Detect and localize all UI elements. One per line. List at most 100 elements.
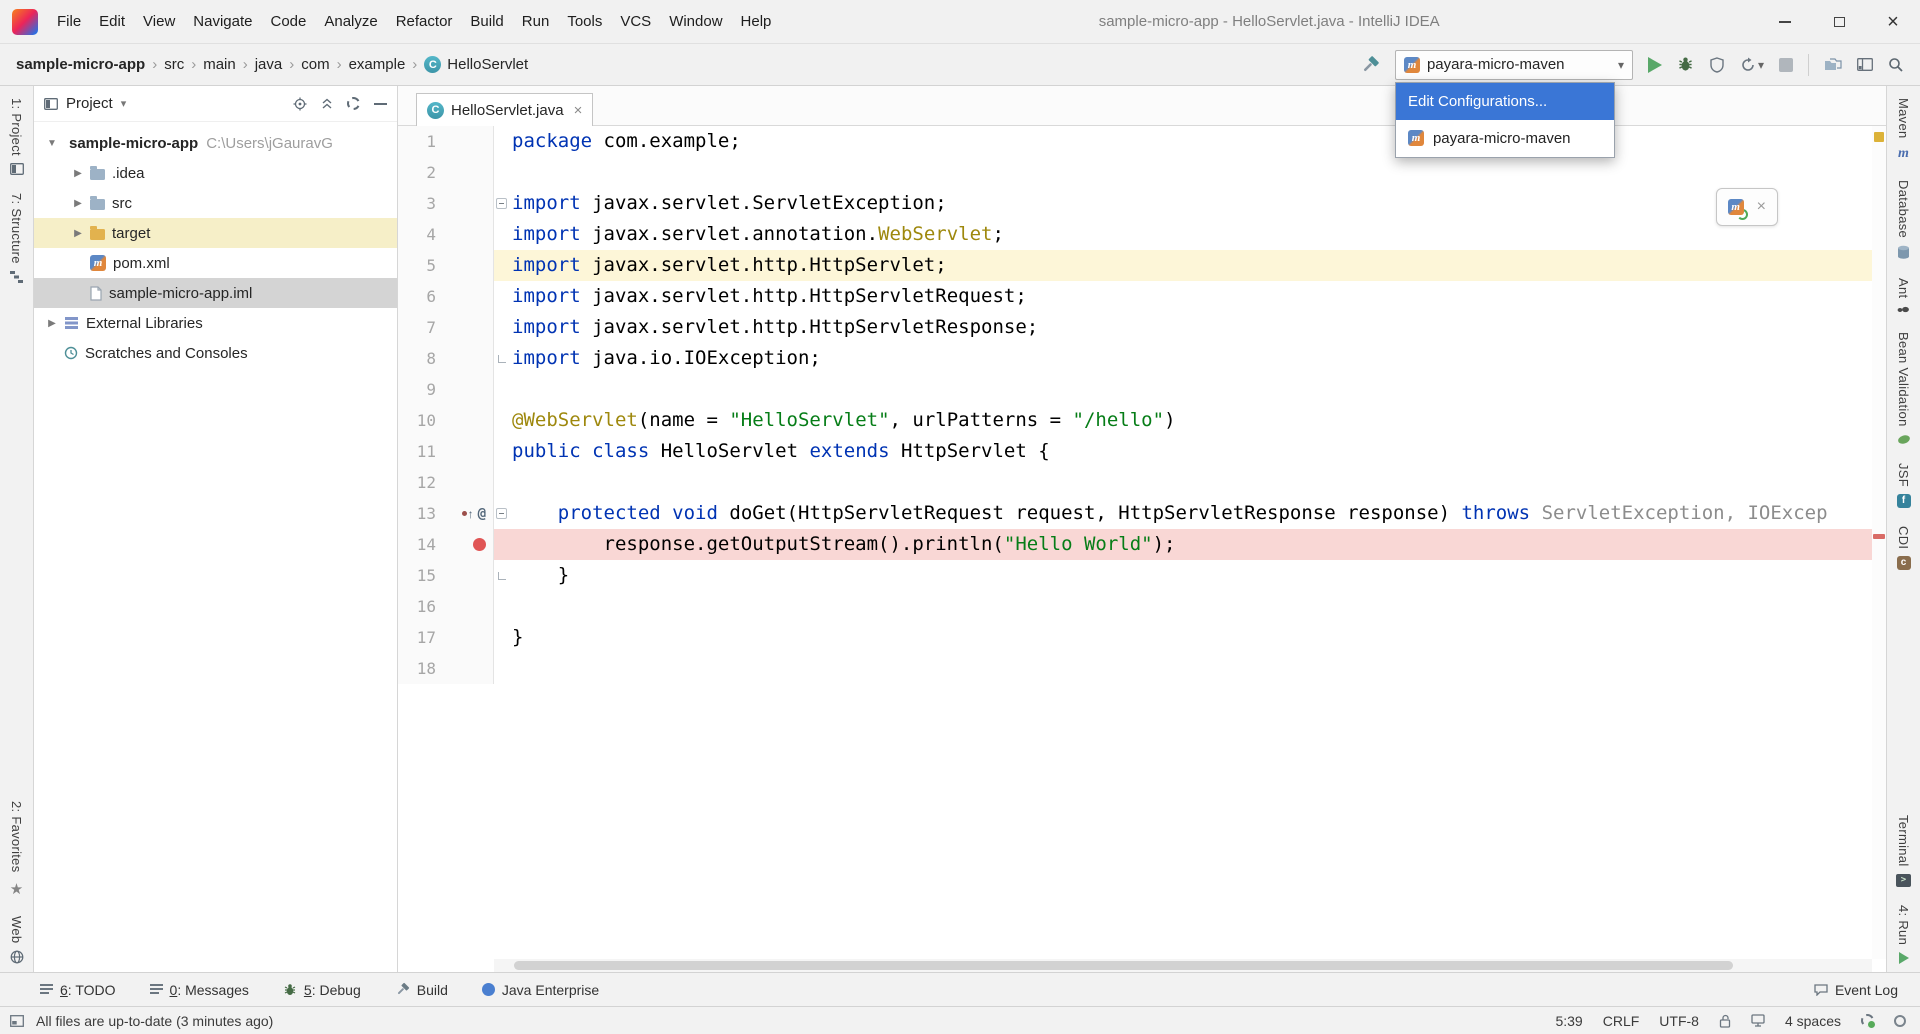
toolwindow-button-2-favorites[interactable]: 2: Favorites★	[9, 801, 24, 898]
code-text-area[interactable]: }	[494, 622, 1872, 653]
gutter[interactable]: 15	[398, 560, 494, 591]
inspection-status-icon[interactable]	[1874, 132, 1884, 142]
breakpoint-icon[interactable]	[473, 538, 486, 551]
menu-vcs[interactable]: VCS	[611, 0, 660, 43]
menu-tools[interactable]: Tools	[558, 0, 611, 43]
gutter[interactable]: 4	[398, 219, 494, 250]
minimize-button[interactable]	[1758, 0, 1812, 43]
tree-item-target[interactable]: ▶target	[34, 218, 397, 248]
tree-item-src[interactable]: ▶src	[34, 188, 397, 218]
close-tab-icon[interactable]: ×	[574, 102, 583, 119]
gutter[interactable]: 2	[398, 157, 494, 188]
gutter[interactable]: 16	[398, 591, 494, 622]
code-text-area[interactable]	[494, 157, 1872, 188]
menu-view[interactable]: View	[134, 0, 184, 43]
tree-expanded-arrow-icon[interactable]: ▼	[42, 138, 62, 149]
menu-window[interactable]: Window	[660, 0, 731, 43]
gutter[interactable]: 12	[398, 467, 494, 498]
lock-icon[interactable]	[1719, 1014, 1731, 1028]
toolwindow-button-cdi[interactable]: CDIc	[1896, 526, 1911, 570]
run-button[interactable]	[1648, 57, 1662, 73]
debug-button[interactable]	[1677, 56, 1694, 73]
code-text-area[interactable]	[494, 374, 1872, 405]
gutter[interactable]: 14	[398, 529, 494, 560]
toolwindow-button-jsf[interactable]: JSFf	[1896, 463, 1911, 508]
gear-icon[interactable]	[1861, 1014, 1874, 1027]
gutter[interactable]: 11	[398, 436, 494, 467]
code-text-area[interactable]: package com.example;	[494, 126, 1872, 157]
project-structure-button[interactable]	[1824, 58, 1842, 72]
code-text-area[interactable]: import javax.servlet.http.HttpServletReq…	[494, 281, 1872, 312]
encoding-widget[interactable]: UTF-8	[1659, 1013, 1699, 1029]
code-text-area[interactable]: protected void doGet(HttpServletRequest …	[494, 498, 1872, 529]
highlighting-level-icon[interactable]	[1751, 1014, 1765, 1027]
servlet-annotation-icon[interactable]: @	[478, 506, 486, 522]
layout-button[interactable]	[1857, 58, 1873, 71]
tree-item-idea[interactable]: ▶.idea	[34, 158, 397, 188]
toolwindow-bar-java-enterprise[interactable]: Java Enterprise	[482, 982, 599, 998]
menu-analyze[interactable]: Analyze	[315, 0, 386, 43]
gutter[interactable]: 1	[398, 126, 494, 157]
toolwindow-quick-access-icon[interactable]	[10, 1015, 24, 1027]
dropdown-item-payara-micro-maven[interactable]: mpayara-micro-maven	[1396, 120, 1614, 157]
breadcrumb-example[interactable]: example	[349, 56, 406, 73]
gear-icon[interactable]	[347, 97, 360, 110]
menu-code[interactable]: Code	[261, 0, 315, 43]
hide-panel-button[interactable]	[374, 103, 387, 105]
panel-title[interactable]: Project	[66, 95, 113, 112]
gutter[interactable]: 17	[398, 622, 494, 653]
breadcrumb-com[interactable]: com	[301, 56, 329, 73]
gutter[interactable]: 8	[398, 343, 494, 374]
maven-import-popup[interactable]: m ×	[1716, 188, 1778, 226]
gutter[interactable]: 7	[398, 312, 494, 343]
gutter[interactable]: 10	[398, 405, 494, 436]
code-text-area[interactable]: }	[494, 560, 1872, 591]
menu-build[interactable]: Build	[461, 0, 512, 43]
fold-marker-icon[interactable]	[496, 508, 507, 519]
tree-item-sample-micro-app[interactable]: ▼sample-micro-appC:\Users\jGauravG	[34, 128, 397, 158]
toolwindow-bar-0-messages[interactable]: 0: Messages	[150, 982, 249, 998]
tree-item-pom-xml[interactable]: mpom.xml	[34, 248, 397, 278]
toolwindow-button-bean-validation[interactable]: Bean Validation	[1896, 332, 1911, 445]
run-config-combo[interactable]: m payara-micro-maven ▾ Edit Configuratio…	[1395, 50, 1633, 80]
gutter[interactable]: 3	[398, 188, 494, 219]
code-text-area[interactable]: import javax.servlet.annotation.WebServl…	[494, 219, 1872, 250]
close-button[interactable]: ×	[1866, 0, 1920, 43]
breadcrumb-src[interactable]: src	[164, 56, 184, 73]
toolwindow-button-web[interactable]: Web	[9, 916, 24, 964]
editor-tab[interactable]: C HelloServlet.java ×	[416, 93, 593, 126]
indent-widget[interactable]: 4 spaces	[1785, 1013, 1841, 1029]
search-everywhere-icon[interactable]	[1888, 57, 1904, 73]
maximize-button[interactable]	[1812, 0, 1866, 43]
gutter[interactable]: 5	[398, 250, 494, 281]
code-text-area[interactable]: public class HelloServlet extends HttpSe…	[494, 436, 1872, 467]
collapse-all-button[interactable]	[321, 98, 333, 110]
code-text-area[interactable]	[494, 591, 1872, 622]
tree-collapsed-arrow-icon[interactable]: ▶	[42, 318, 62, 329]
gutter[interactable]: 6	[398, 281, 494, 312]
caret-position-widget[interactable]: 5:39	[1555, 1013, 1582, 1029]
code-text-area[interactable]	[494, 467, 1872, 498]
line-separator-widget[interactable]: CRLF	[1603, 1013, 1640, 1029]
code-editor[interactable]: 1package com.example;23import javax.serv…	[398, 126, 1886, 972]
toolwindow-button-terminal[interactable]: Terminal>	[1896, 815, 1911, 887]
menu-edit[interactable]: Edit	[90, 0, 134, 43]
menu-file[interactable]: File	[48, 0, 90, 43]
toolwindow-button-7-structure[interactable]: 7: Structure	[9, 193, 24, 283]
error-stripe[interactable]	[1872, 126, 1886, 959]
breadcrumb-sample-micro-app[interactable]: sample-micro-app	[16, 56, 145, 73]
horizontal-scrollbar[interactable]	[494, 959, 1872, 972]
stop-button[interactable]	[1779, 58, 1793, 72]
code-text-area[interactable]: import javax.servlet.http.HttpServletRes…	[494, 312, 1872, 343]
code-text-area[interactable]: import javax.servlet.ServletException;	[494, 188, 1872, 219]
menu-refactor[interactable]: Refactor	[387, 0, 462, 43]
toolwindow-button-ant[interactable]: Ant	[1896, 278, 1911, 314]
locate-file-button[interactable]	[293, 97, 307, 111]
code-text-area[interactable]: @WebServlet(name = "HelloServlet", urlPa…	[494, 405, 1872, 436]
code-text-area[interactable]: import java.io.IOException;	[494, 343, 1872, 374]
toolwindow-bar-5-debug[interactable]: 5: Debug	[283, 982, 361, 998]
scrollbar-thumb[interactable]	[514, 961, 1733, 970]
override-method-icon[interactable]: ↑	[462, 507, 474, 521]
error-stripe-mark[interactable]	[1873, 534, 1885, 539]
toolwindow-bar-event-log[interactable]: Event Log	[1814, 982, 1898, 998]
